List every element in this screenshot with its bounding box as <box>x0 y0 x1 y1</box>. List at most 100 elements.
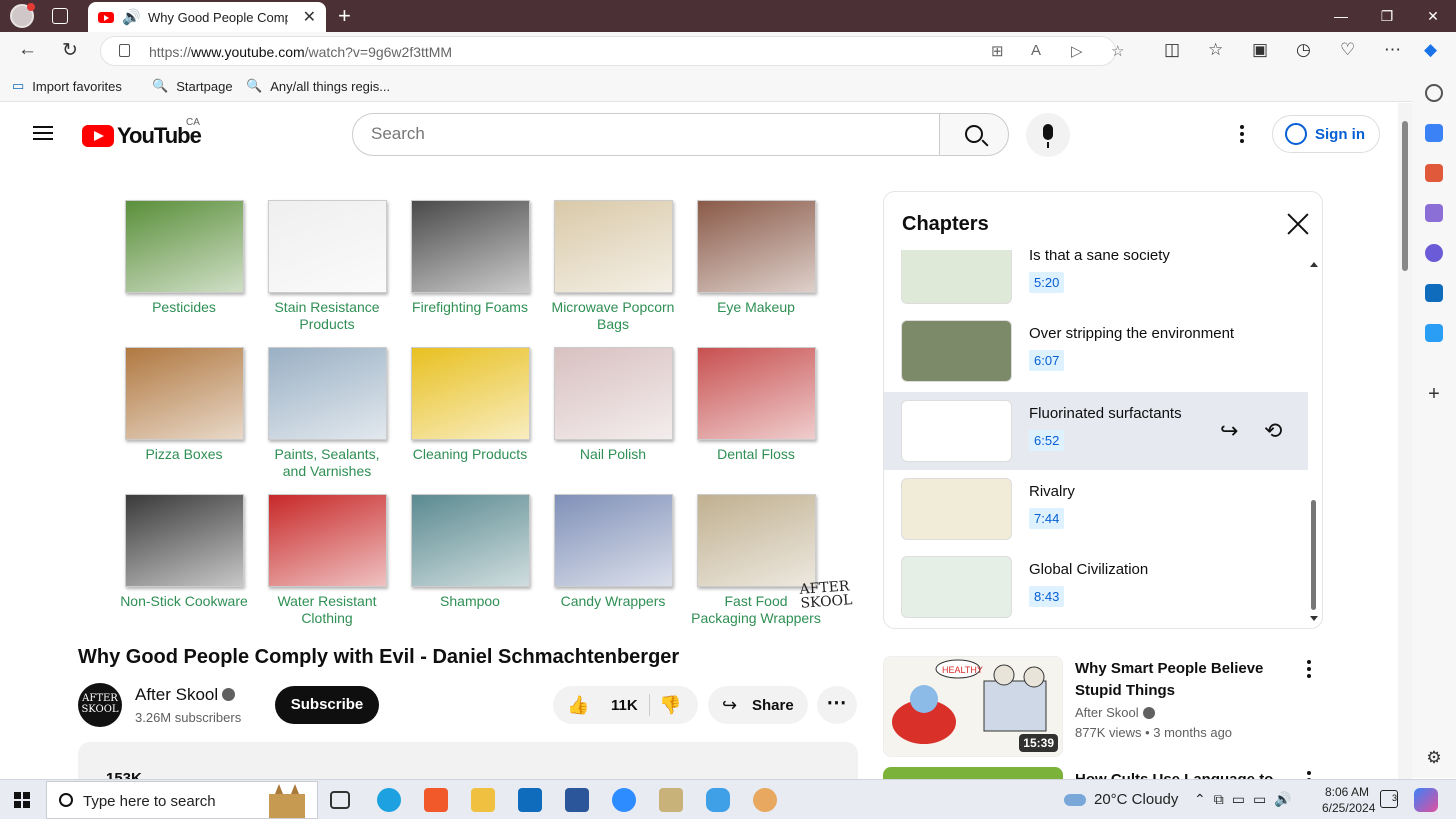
voice-search-button[interactable] <box>1026 113 1070 157</box>
clock[interactable]: 8:06 AM 6/25/2024 <box>1322 784 1375 816</box>
dislike-icon[interactable]: 👎 <box>659 695 681 716</box>
chapter-thumbnail[interactable] <box>901 250 1012 304</box>
like-icon[interactable]: 👍 <box>567 695 589 716</box>
chapter-thumbnail[interactable] <box>901 400 1012 462</box>
chapter-item[interactable]: Is that a sane society 5:20 <box>884 250 1308 312</box>
recommendation-thumbnail[interactable] <box>883 767 1063 779</box>
split-screen-icon[interactable]: ◫ <box>1164 40 1180 60</box>
send-icon[interactable] <box>1425 324 1443 342</box>
chapters-scrollbar[interactable] <box>1309 256 1319 626</box>
browser-tab[interactable]: 🔊 Why Good People Comply w ✕ <box>88 2 326 32</box>
recommendation-item[interactable]: How Cults Use Language to <box>883 767 1323 779</box>
chapter-title[interactable]: Rivalry <box>1029 483 1075 500</box>
recommendation-menu-icon[interactable] <box>1307 660 1311 681</box>
settings-more-icon[interactable]: ⋯ <box>1384 40 1401 60</box>
new-tab-icon[interactable]: + <box>338 3 351 29</box>
chapter-thumbnail[interactable] <box>901 320 1012 382</box>
refresh-icon[interactable]: ↻ <box>62 39 78 62</box>
copilot-icon[interactable]: ◆ <box>1424 40 1437 60</box>
outlook-app-icon[interactable] <box>518 788 542 812</box>
chapter-timestamp[interactable]: 7:44 <box>1029 508 1065 529</box>
add-icon[interactable]: + <box>1425 384 1443 404</box>
app-available-icon[interactable]: ⊞ <box>991 42 1004 60</box>
close-icon[interactable] <box>1286 212 1310 236</box>
more-actions-button[interactable]: ⋯ <box>817 686 857 724</box>
word-app-icon[interactable] <box>565 788 589 812</box>
address-bar[interactable]: https://www.youtube.com/watch?v=9g6w2f3t… <box>100 36 1124 66</box>
search-icon[interactable] <box>1425 84 1443 102</box>
back-icon[interactable]: ← <box>18 39 37 61</box>
scroll-down-icon[interactable] <box>1310 616 1318 621</box>
edge-app-icon[interactable] <box>377 788 401 812</box>
description-box[interactable]: 153K views 1 month ago <box>78 742 858 779</box>
favorites-icon[interactable]: ☆ <box>1208 40 1223 60</box>
search-button[interactable] <box>939 113 1009 156</box>
recommendation-item[interactable]: HEALTHY 15:39 Why Smart People Believe S… <box>883 656 1323 760</box>
search-input[interactable] <box>371 124 911 144</box>
youtube-logo[interactable]: YouTube CA <box>82 117 202 149</box>
recommendation-channel[interactable]: After Skool <box>1075 705 1155 720</box>
video-player[interactable]: Pesticides Stain Resistance Products Firef… <box>78 189 858 629</box>
weather-widget[interactable]: 20°C Cloudy <box>1064 791 1178 808</box>
settings-menu-icon[interactable] <box>1240 125 1244 146</box>
brave-app-icon[interactable] <box>424 788 448 812</box>
search-box[interactable] <box>352 113 940 156</box>
system-tray[interactable]: ⌃⧉▭▭🔊 <box>1194 791 1300 808</box>
chapter-item[interactable]: Rivalry 7:44 <box>884 470 1308 548</box>
app-icon[interactable] <box>753 788 777 812</box>
share-button[interactable]: ↪ Share <box>708 686 808 724</box>
chapter-timestamp[interactable]: 8:43 <box>1029 586 1065 607</box>
loop-icon[interactable]: ⟲ <box>1264 418 1282 444</box>
games-icon[interactable] <box>1425 204 1443 222</box>
profile-avatar[interactable] <box>10 3 35 28</box>
taskbar-search[interactable]: Type here to search <box>46 781 318 819</box>
favorite-star-icon[interactable]: ☆ <box>1111 42 1124 60</box>
chapter-timestamp[interactable]: 5:20 <box>1029 272 1065 293</box>
speaker-icon[interactable]: 🔊 <box>122 8 141 26</box>
share-icon[interactable]: ↪ <box>1220 418 1238 444</box>
sign-in-button[interactable]: Sign in <box>1272 115 1380 153</box>
file-explorer-icon[interactable] <box>471 788 495 812</box>
chapter-title[interactable]: Global Civilization <box>1029 561 1148 578</box>
tab-actions-icon[interactable] <box>52 8 68 24</box>
channel-avatar[interactable]: AFTER SKOOL <box>78 683 122 727</box>
chapter-timestamp[interactable]: 6:52 <box>1029 430 1065 451</box>
vpn-app-icon[interactable] <box>706 788 730 812</box>
windows-start-icon[interactable] <box>14 792 30 808</box>
collections-icon[interactable]: ▣ <box>1252 40 1268 60</box>
chapter-title[interactable]: Is that a sane society <box>1029 250 1170 264</box>
chapter-item[interactable]: Fluorinated surfactants 6:52 ↪ ⟲ <box>884 392 1308 470</box>
close-tab-icon[interactable]: ✕ <box>303 7 316 27</box>
favorite-startpage[interactable]: 🔍 Startpage <box>152 78 233 94</box>
like-count[interactable]: 11K <box>611 697 638 714</box>
outlook-icon[interactable] <box>1425 284 1443 302</box>
page-scrollbar[interactable] <box>1398 103 1412 779</box>
scroll-thumb[interactable] <box>1311 500 1316 610</box>
subscribe-button[interactable]: Subscribe <box>275 686 379 724</box>
task-view-icon[interactable] <box>330 791 350 809</box>
chapter-timestamp[interactable]: 6:07 <box>1029 350 1065 371</box>
tools-icon[interactable] <box>1425 164 1443 182</box>
recommendation-title[interactable]: Why Smart People Believe Stupid Things <box>1075 658 1285 702</box>
chapter-thumbnail[interactable] <box>901 478 1012 540</box>
chapter-title[interactable]: Fluorinated surfactants <box>1029 405 1182 422</box>
recommendation-title[interactable]: How Cults Use Language to <box>1075 769 1285 779</box>
chapter-item[interactable]: Over stripping the environment 6:07 <box>884 312 1308 390</box>
recommendation-thumbnail[interactable]: HEALTHY 15:39 <box>883 656 1063 757</box>
read-aloud-icon[interactable]: A <box>1031 42 1041 59</box>
notes-app-icon[interactable] <box>659 788 683 812</box>
scroll-up-icon[interactable] <box>1310 262 1318 267</box>
menu-icon[interactable] <box>33 126 53 140</box>
video-icon[interactable]: ▷ <box>1071 42 1083 60</box>
chapter-title[interactable]: Over stripping the environment <box>1029 325 1234 342</box>
chapter-item[interactable]: Global Civilization 8:43 <box>884 548 1308 626</box>
channel-name[interactable]: After Skool <box>135 685 236 705</box>
maximize-icon[interactable]: ❐ <box>1364 0 1410 32</box>
url-text[interactable]: https://www.youtube.com/watch?v=9g6w2f3t… <box>149 44 452 60</box>
sidebar-settings-icon[interactable]: ⚙ <box>1425 749 1443 768</box>
close-window-icon[interactable]: ✕ <box>1410 0 1456 32</box>
chapter-thumbnail[interactable] <box>901 556 1012 618</box>
zoom-app-icon[interactable] <box>612 788 636 812</box>
lock-icon[interactable] <box>119 44 130 57</box>
history-icon[interactable]: ◷ <box>1296 40 1311 60</box>
